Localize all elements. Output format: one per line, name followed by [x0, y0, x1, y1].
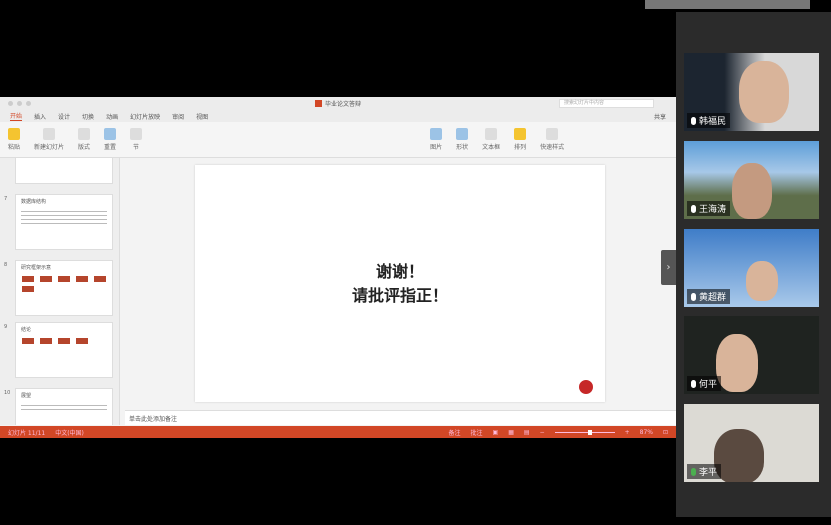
slide-canvas[interactable]: 谢谢！ 请批评指正！ [195, 165, 605, 402]
paste-button[interactable]: 粘贴 [8, 128, 20, 151]
participant-name: 韩福民 [699, 117, 727, 127]
normal-view-icon[interactable]: ▣ [493, 429, 499, 436]
participant-video[interactable]: 王海涛 [684, 141, 819, 219]
arrange-button[interactable]: 排列 [514, 128, 526, 151]
ppt-logo-icon [314, 100, 322, 107]
new-slide-button[interactable]: 新建幻灯片 [34, 128, 64, 151]
slide-text-request: 请批评指正！ [351, 286, 448, 305]
participant-video[interactable]: 黄超群 [684, 229, 819, 307]
quick-styles-icon [546, 128, 559, 140]
slide-text-thanks: 谢谢！ [375, 262, 424, 281]
slide-thumbnail[interactable]: 展望 [15, 388, 113, 425]
tab-home[interactable]: 开始 [10, 111, 23, 121]
participant-panel: 韩福民 王海涛 黄超群 何平 李平 [676, 12, 831, 517]
slide-thumbnails[interactable]: 7 数据库结构 8 研究框架示意 9 结论 10 展望 [0, 158, 120, 425]
slide-thumbnail[interactable]: 研究框架示意 [15, 260, 113, 316]
slide-thumbnail[interactable] [15, 158, 113, 184]
title-bar: 毕业论文答辩 搜索幻灯片中内容 [0, 97, 676, 110]
slide-counter: 幻灯片 11/11 [8, 429, 46, 437]
paste-icon [8, 128, 20, 140]
layout-icon [78, 128, 91, 140]
shapes-icon [456, 128, 469, 140]
tab-review[interactable]: 审阅 [172, 112, 184, 121]
slide-thumbnail[interactable]: 结论 [15, 322, 113, 378]
participant-video[interactable]: 韩福民 [684, 53, 819, 131]
microphone-icon [691, 379, 696, 388]
ribbon-tabs: 开始 插入 设计 切换 动画 幻灯片放映 审阅 视图 [0, 110, 676, 122]
notes-button[interactable]: 备注 [449, 428, 461, 437]
participant-name: 何平 [699, 380, 718, 390]
reading-view-icon[interactable]: ▤ [524, 429, 530, 436]
window-controls[interactable] [8, 101, 31, 106]
microphone-icon [691, 116, 696, 125]
layout-button[interactable]: 版式 [78, 128, 90, 151]
quick-styles-button[interactable]: 快速样式 [540, 128, 564, 151]
slide-thumbnail[interactable]: 数据库结构 [15, 194, 113, 250]
participant-video[interactable]: 何平 [684, 316, 819, 394]
search-input[interactable]: 搜索幻灯片中内容 [559, 99, 654, 108]
participant-name: 黄超群 [699, 293, 727, 303]
zoom-level: 87% [639, 428, 653, 436]
meeting-top-bar [645, 0, 810, 9]
slide-number: 10 [4, 390, 11, 396]
collapse-panel-button[interactable]: › [661, 250, 676, 285]
zoom-out-button[interactable]: − [540, 429, 545, 436]
participant-name: 李平 [699, 468, 718, 478]
tab-insert[interactable]: 插入 [34, 112, 46, 121]
reset-icon [104, 128, 117, 140]
microphone-icon [691, 292, 696, 301]
comments-button[interactable]: 批注 [471, 428, 483, 437]
tab-animations[interactable]: 动画 [106, 112, 118, 121]
zoom-in-button[interactable]: + [625, 429, 630, 436]
zoom-slider[interactable] [554, 429, 615, 435]
powerpoint-window: 毕业论文答辩 搜索幻灯片中内容 开始 插入 设计 切换 动画 幻灯片放映 审阅 … [0, 97, 676, 438]
picture-icon [430, 128, 443, 140]
participant-video[interactable]: 李平 [684, 404, 819, 482]
notes-input[interactable]: 单击此处添加备注 [125, 410, 676, 425]
arrange-icon [514, 128, 527, 140]
fit-icon[interactable]: ⊡ [663, 429, 668, 436]
shapes-button[interactable]: 形状 [456, 128, 468, 151]
section-button[interactable]: 节 [130, 128, 143, 151]
picture-button[interactable]: 图片 [430, 128, 442, 151]
microphone-icon [691, 204, 696, 213]
slide-number: 7 [4, 196, 8, 202]
new-slide-icon [43, 128, 56, 140]
slide-number: 8 [4, 262, 8, 268]
section-icon [130, 128, 143, 140]
microphone-icon [691, 467, 696, 476]
slide-number: 9 [4, 324, 8, 330]
record-icon[interactable] [579, 380, 593, 394]
ribbon: 粘贴 新建幻灯片 版式 重置 节 图片 形状 文本框 排列 快速样式 [0, 122, 676, 158]
participant-name: 王海涛 [699, 205, 727, 215]
tab-design[interactable]: 设计 [58, 112, 70, 121]
status-bar: 幻灯片 11/11 中文(中国) 备注 批注 ▣ ▦ ▤ − + 87% ⊡ [0, 426, 676, 438]
tab-transitions[interactable]: 切换 [82, 112, 94, 121]
tab-slideshow[interactable]: 幻灯片放映 [130, 112, 160, 121]
share-button[interactable]: 共享 [654, 112, 666, 121]
textbox-icon [485, 128, 498, 140]
textbox-button[interactable]: 文本框 [482, 128, 500, 151]
reset-button[interactable]: 重置 [104, 128, 116, 151]
language[interactable]: 中文(中国) [55, 428, 84, 437]
sorter-view-icon[interactable]: ▦ [508, 429, 514, 436]
window-title: 毕业论文答辩 [324, 101, 362, 108]
tab-view[interactable]: 视图 [196, 112, 208, 121]
